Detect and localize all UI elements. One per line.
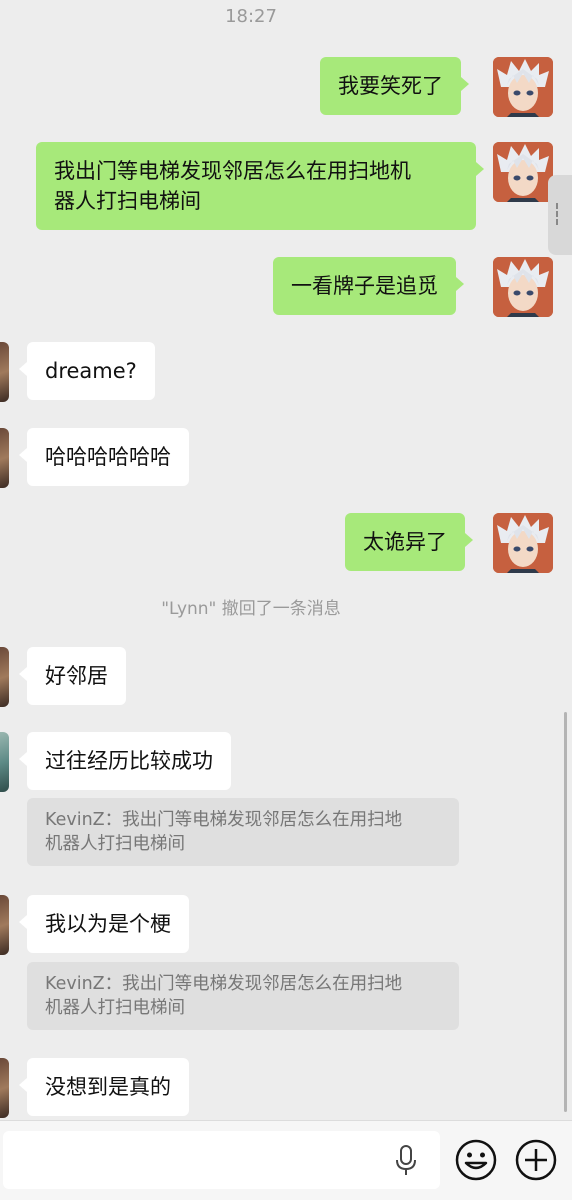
quote-text-line: 机器人打扫电梯间 [45, 834, 185, 854]
message-text-line: 器人打扫电梯间 [54, 189, 201, 213]
message-bubble-received[interactable]: 没想到是真的 [19, 1058, 189, 1116]
message-bubble-sent[interactable]: 太诡异了 [345, 513, 473, 571]
side-drawer-handle[interactable] [548, 175, 572, 255]
quoted-message[interactable]: KevinZ：我出门等电梯发现邻居怎么在用扫地 机器人打扫电梯间 [27, 798, 459, 866]
avatar[interactable] [0, 428, 9, 488]
message-bubble-sent[interactable]: 一看牌子是追觅 [273, 257, 464, 315]
message-bubble-sent[interactable]: 我出门等电梯发现邻居怎么在用扫地机 器人打扫电梯间 [36, 142, 484, 230]
avatar[interactable] [0, 342, 9, 402]
input-toolbar [0, 1120, 572, 1200]
message-bubble-received[interactable]: 好邻居 [19, 647, 126, 705]
message-bubble-sent[interactable]: 我要笑死了 [320, 57, 469, 115]
avatar[interactable] [493, 513, 553, 573]
avatar[interactable] [493, 142, 553, 202]
avatar-image [493, 513, 553, 573]
avatar[interactable] [0, 1058, 9, 1118]
avatar[interactable] [493, 57, 553, 117]
message-input[interactable] [3, 1131, 440, 1189]
plus-icon[interactable] [515, 1139, 557, 1181]
avatar-image [493, 257, 553, 317]
timestamp: 18:27 [225, 6, 277, 27]
message-bubble-received[interactable]: 哈哈哈哈哈哈 [19, 428, 189, 486]
message-text-line: 我出门等电梯发现邻居怎么在用扫地机 [54, 159, 411, 183]
message-bubble-received[interactable]: 过往经历比较成功 [19, 732, 231, 790]
message-bubble-received[interactable]: 我以为是个梗 [19, 895, 189, 953]
emoji-icon[interactable] [455, 1139, 497, 1181]
avatar-image [493, 57, 553, 117]
microphone-icon[interactable] [394, 1145, 418, 1177]
avatar-image [493, 142, 553, 202]
quote-text-line: 机器人打扫电梯间 [45, 998, 185, 1018]
scrollbar[interactable] [564, 712, 567, 1112]
avatar[interactable] [0, 895, 9, 955]
quoted-message[interactable]: KevinZ：我出门等电梯发现邻居怎么在用扫地 机器人打扫电梯间 [27, 962, 459, 1030]
quote-text-line: KevinZ：我出门等电梯发现邻居怎么在用扫地 [45, 974, 403, 994]
avatar[interactable] [493, 257, 553, 317]
quote-text-line: KevinZ：我出门等电梯发现邻居怎么在用扫地 [45, 810, 403, 830]
recall-notice: "Lynn" 撤回了一条消息 [161, 599, 341, 619]
avatar[interactable] [0, 732, 9, 792]
avatar[interactable] [0, 647, 9, 707]
message-bubble-received[interactable]: dreame? [19, 342, 155, 400]
